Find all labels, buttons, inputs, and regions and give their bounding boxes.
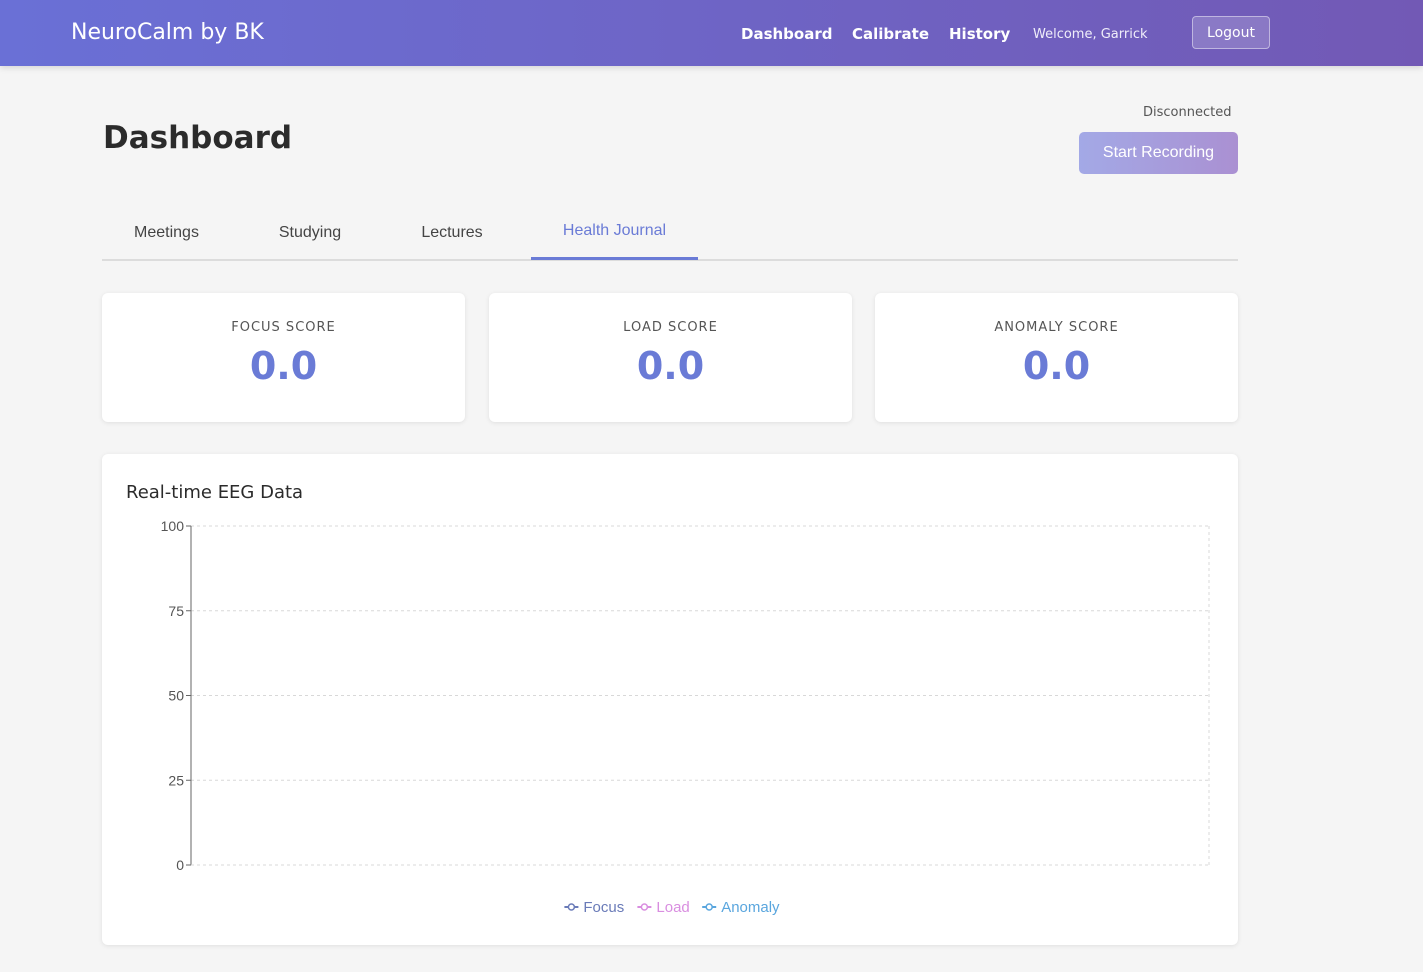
anomaly-score-card: ANOMALY SCORE 0.0 bbox=[875, 293, 1238, 422]
legend-label-focus: Focus bbox=[583, 899, 624, 916]
nav-link-history[interactable]: History bbox=[949, 25, 1010, 43]
logout-button[interactable]: Logout bbox=[1192, 16, 1270, 49]
anomaly-score-value: 0.0 bbox=[1022, 344, 1091, 388]
legend-marker-focus bbox=[567, 903, 576, 911]
start-recording-button[interactable]: Start Recording bbox=[1079, 132, 1238, 174]
connection-status: Disconnected bbox=[1143, 105, 1232, 120]
y-tick-label: 0 bbox=[176, 857, 184, 873]
page-title: Dashboard bbox=[103, 120, 293, 156]
y-tick-label: 25 bbox=[168, 772, 184, 788]
eeg-line-chart: 0 25 50 75 100 Focus Load Anomaly bbox=[161, 518, 1210, 916]
anomaly-score-label: ANOMALY SCORE bbox=[994, 320, 1119, 335]
y-tick-label: 75 bbox=[168, 603, 184, 619]
focus-score-label: FOCUS SCORE bbox=[231, 320, 336, 335]
nav-link-dashboard[interactable]: Dashboard bbox=[741, 25, 832, 43]
tab-lectures[interactable]: Lectures bbox=[387, 205, 517, 261]
welcome-text: Welcome, Garrick bbox=[1033, 27, 1148, 42]
mode-tabs: Meetings Studying Lectures Health Journa… bbox=[102, 205, 1238, 261]
load-score-value: 0.0 bbox=[636, 344, 705, 388]
legend-marker-anomaly bbox=[705, 903, 713, 911]
tab-meetings[interactable]: Meetings bbox=[102, 205, 231, 261]
tab-health-journal[interactable]: Health Journal bbox=[531, 205, 698, 260]
legend-marker-load bbox=[640, 903, 649, 911]
top-navbar: NeuroCalm by BK Dashboard Calibrate Hist… bbox=[0, 0, 1423, 66]
nav-link-calibrate[interactable]: Calibrate bbox=[852, 25, 929, 43]
legend-label-anomaly: Anomaly bbox=[721, 899, 780, 916]
brand-logo[interactable]: NeuroCalm by BK bbox=[71, 20, 264, 45]
y-tick-label: 100 bbox=[161, 518, 185, 534]
legend-label-load: Load bbox=[656, 899, 689, 916]
load-score-label: LOAD SCORE bbox=[623, 320, 718, 335]
focus-score-card: FOCUS SCORE 0.0 bbox=[102, 293, 465, 422]
focus-score-value: 0.0 bbox=[249, 344, 318, 388]
load-score-card: LOAD SCORE 0.0 bbox=[489, 293, 852, 422]
y-tick-label: 50 bbox=[168, 688, 184, 704]
eeg-chart-card: Real-time EEG Data 0 25 50 75 100 Focus Load An… bbox=[102, 454, 1238, 945]
tab-studying[interactable]: Studying bbox=[245, 205, 375, 261]
